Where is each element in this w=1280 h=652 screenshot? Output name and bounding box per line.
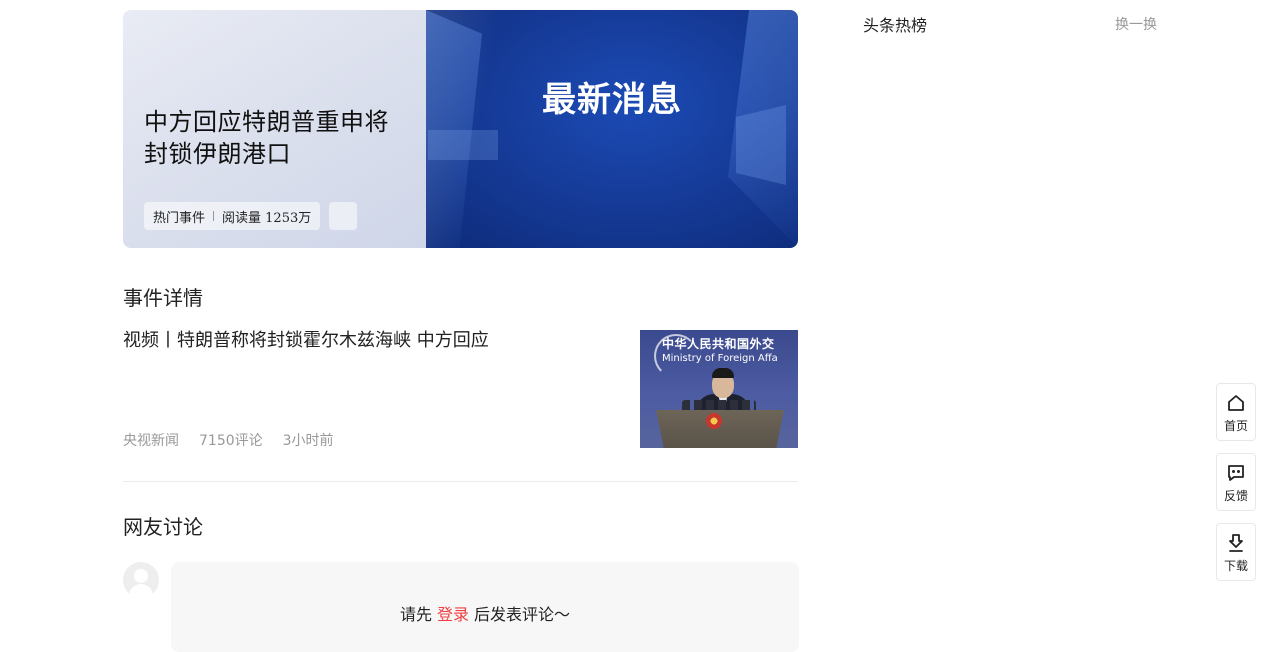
article-title[interactable]: 视频丨特朗普称将封锁霍尔木兹海峡 中方回应 (123, 330, 489, 352)
comment-box[interactable]: 请先 登录 后发表评论～ (171, 562, 799, 652)
hot-list-title: 头条热榜 (863, 16, 928, 35)
event-section-title: 事件详情 (123, 286, 203, 310)
article-item[interactable]: 视频丨特朗普称将封锁霍尔木兹海峡 中方回应 央视新闻 7150评论 3小时前 中… (123, 330, 798, 450)
thumbnail-backdrop-text: 中华人民共和国外交 Ministry of Foreign Affa (662, 336, 798, 370)
hero-meta: 热门事件 阅读量 1253万 (144, 202, 321, 230)
avatar-placeholder (123, 562, 159, 598)
article-comment-count: 7150评论 (199, 433, 263, 449)
decor-shard (428, 130, 498, 160)
comment-login-prompt: 请先 登录 后发表评论～ (171, 601, 799, 625)
prompt-after: 后发表评论～ (474, 605, 571, 624)
hero-title[interactable]: 中方回应特朗普重申将封锁伊朗港口 (144, 106, 404, 170)
login-link[interactable]: 登录 (437, 605, 469, 624)
article-meta: 央视新闻 7150评论 3小时前 (123, 430, 334, 450)
hero-info-panel: 中方回应特朗普重申将封锁伊朗港口 热门事件 阅读量 1253万 (123, 10, 426, 248)
article-thumbnail[interactable]: 中华人民共和国外交 Ministry of Foreign Affa (640, 330, 798, 448)
thumbnail-text-en: Ministry of Foreign Affa (662, 353, 778, 364)
feedback-label: 反馈 (1223, 488, 1248, 503)
hero-more-button[interactable] (329, 202, 357, 230)
speaker-hair (712, 368, 734, 378)
section-divider (123, 481, 798, 482)
download-icon (1229, 533, 1243, 552)
download-button[interactable]: 下载 (1216, 523, 1256, 581)
article-time: 3小时前 (282, 433, 334, 449)
discussion-section-title: 网友讨论 (123, 515, 203, 539)
hero-image[interactable]: 最新消息 (426, 10, 798, 248)
decor-shard (426, 10, 482, 248)
hero-card[interactable]: 中方回应特朗普重申将封锁伊朗港口 热门事件 阅读量 1253万 最新消息 (123, 10, 798, 248)
home-icon (1228, 394, 1244, 411)
home-label: 首页 (1223, 418, 1248, 433)
refresh-button[interactable]: 换一换 (1115, 14, 1157, 34)
hero-read-count: 阅读量 1253万 (222, 210, 312, 226)
hero-tag: 热门事件 (153, 210, 206, 226)
meta-divider (213, 211, 215, 221)
national-emblem (706, 413, 722, 429)
home-button[interactable]: 首页 (1216, 383, 1256, 441)
prompt-before: 请先 (399, 605, 432, 624)
hero-banner-text: 最新消息 (542, 80, 682, 120)
thumbnail-text-cn: 中华人民共和国外交 (662, 337, 775, 351)
feedback-button[interactable]: 反馈 (1216, 453, 1256, 511)
feedback-icon (1228, 464, 1244, 481)
article-source[interactable]: 央视新闻 (123, 430, 179, 450)
download-label: 下载 (1223, 558, 1248, 573)
